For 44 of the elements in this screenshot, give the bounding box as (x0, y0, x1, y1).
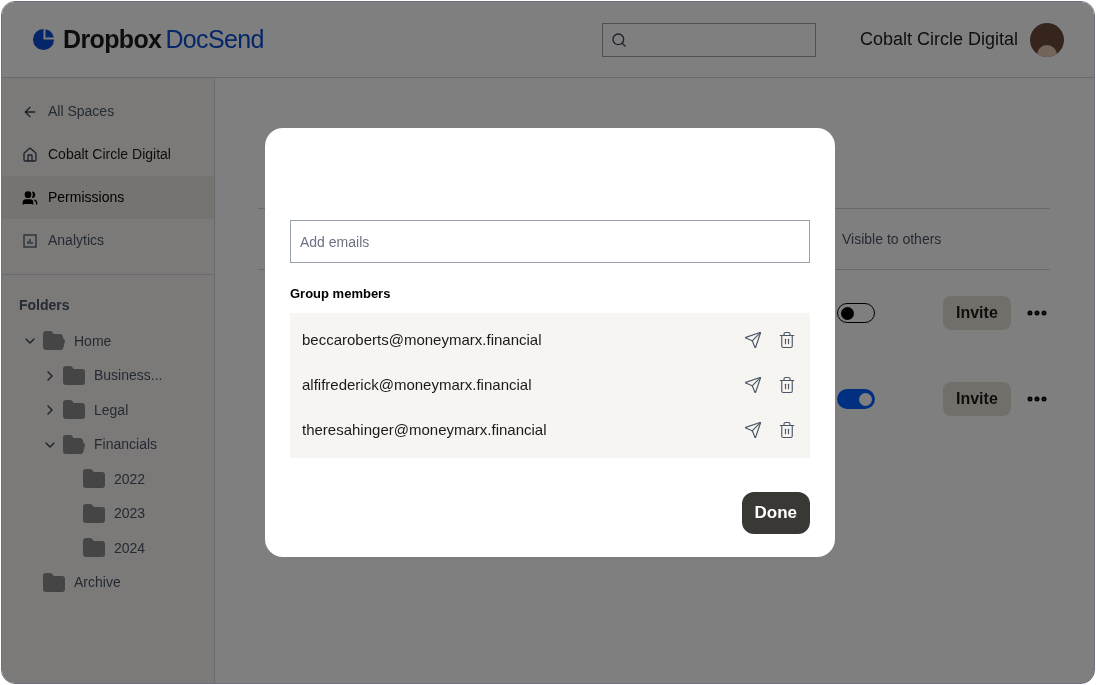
account-name[interactable]: Cobalt Circle Digital (859, 26, 1018, 53)
folder-label[interactable]: Financials (94, 434, 158, 456)
sidebar-item[interactable]: Analytics (2, 219, 214, 262)
section-title: Group members (290, 285, 392, 303)
column-header: Visible to others (842, 229, 942, 249)
search-icon (610, 31, 627, 48)
folder-icon (62, 363, 86, 388)
folders-heading: Folders (18, 296, 71, 315)
folder-label[interactable]: 2024 (114, 537, 146, 559)
sidebar-item[interactable]: Permissions (2, 176, 214, 219)
home-icon (22, 146, 38, 163)
folder-icon (42, 570, 66, 595)
folder-label[interactable]: Home (74, 330, 112, 352)
sidebar-item[interactable]: Cobalt Circle Digital (2, 133, 214, 176)
member-email: alfifrederick@moneymarx.financial (302, 374, 533, 395)
brand-name: Dropbox (63, 23, 162, 55)
logo-icon (32, 28, 55, 51)
folder-label[interactable]: 2023 (114, 503, 146, 525)
sidebar-item[interactable]: All Spaces (2, 90, 214, 133)
done-button[interactable]: Done (741, 491, 810, 534)
member-email: beccaroberts@moneymarx.financial (302, 329, 543, 350)
folder-label[interactable]: Legal (94, 399, 129, 421)
folder-label[interactable]: Business... (94, 365, 163, 387)
chart-icon (22, 232, 38, 249)
invite-button[interactable]: Invite (943, 382, 1011, 416)
trash-icon[interactable] (778, 331, 796, 349)
member-email: theresahinger@moneymarx.financial (302, 419, 548, 440)
email-field[interactable]: Add emails (290, 220, 810, 263)
toggle-switch[interactable] (837, 389, 875, 409)
folder-icon (62, 432, 86, 457)
toggle-switch[interactable] (837, 303, 875, 323)
product-name: DocSend (165, 23, 264, 55)
send-icon[interactable] (744, 331, 762, 349)
folder-icon (82, 501, 106, 526)
folder-label[interactable]: 2022 (114, 468, 146, 490)
trash-icon[interactable] (778, 376, 796, 394)
send-icon[interactable] (744, 421, 762, 439)
avatar[interactable] (1030, 22, 1064, 57)
people-icon (22, 189, 38, 206)
trash-icon[interactable] (778, 421, 796, 439)
invite-button[interactable]: Invite (943, 296, 1011, 330)
send-icon[interactable] (744, 376, 762, 394)
folder-label[interactable]: Archive (74, 572, 121, 594)
search-field[interactable] (601, 22, 816, 57)
